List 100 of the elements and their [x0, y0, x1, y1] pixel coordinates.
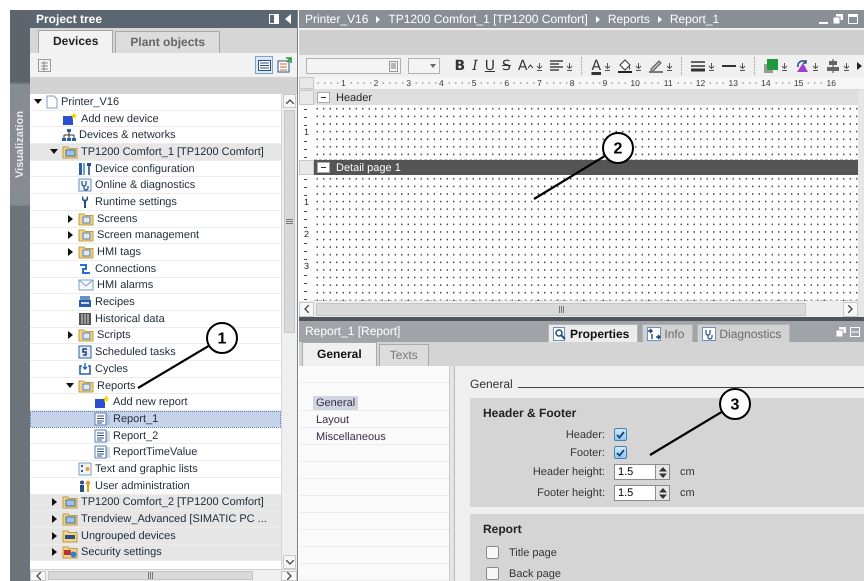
scroll-left-button[interactable] [299, 302, 314, 316]
scroll-left-button[interactable] [30, 570, 46, 580]
checkbox[interactable] [614, 428, 627, 441]
expanded-arrow-icon[interactable] [50, 149, 58, 154]
scroll-up-button[interactable] [283, 94, 296, 108]
tree-item[interactable]: Printer_V16 [30, 94, 281, 111]
collapsed-arrow-icon[interactable] [68, 231, 72, 240]
option-label: Back page [509, 568, 561, 580]
tree-item[interactable]: TP1200 Comfort_2 [TP1200 Comfort] [30, 494, 281, 512]
collapse-panel-icon[interactable] [285, 14, 291, 24]
tree-item[interactable]: Report_2 [30, 428, 281, 444]
maximize-icon[interactable] [848, 14, 858, 24]
table-arrow-icon[interactable] [277, 57, 293, 73]
stethoscope-icon [78, 178, 92, 192]
callout-marker: 1 [206, 322, 238, 354]
collapsed-arrow-icon[interactable] [52, 498, 56, 506]
tree-item[interactable]: Trendview_Advanced [SIMATIC PC ... [30, 511, 281, 528]
tree-item[interactable]: Report_1 [30, 411, 281, 428]
tree-item[interactable]: HMI tags [30, 244, 281, 261]
users-icon [78, 478, 92, 493]
tree-item[interactable]: Add new device [30, 110, 281, 128]
scroll-down-button[interactable] [283, 555, 296, 569]
inspector-tab[interactable]: Diagnostics [697, 324, 790, 342]
font-name-field[interactable] [306, 58, 401, 74]
tree-item[interactable]: TP1200 Comfort_1 [TP1200 Comfort] [30, 144, 281, 161]
section-bar[interactable]: Header [314, 90, 858, 105]
collapse-button[interactable] [317, 162, 330, 173]
scroll-thumb[interactable] [48, 571, 253, 580]
scroll-thumb[interactable] [284, 110, 295, 332]
section-title: Detail page 1 [336, 162, 401, 174]
group-title: Report [483, 522, 523, 538]
nav-item[interactable]: Layout [313, 412, 352, 426]
tree-item[interactable]: Reports [30, 378, 281, 394]
report-icon [94, 445, 110, 460]
tree-item[interactable]: Runtime settings [30, 194, 281, 211]
pen-icon [649, 59, 664, 73]
tree-item[interactable]: Ungrouped devices [30, 528, 281, 545]
panel-tab[interactable]: Devices [38, 30, 114, 53]
expanded-arrow-icon[interactable] [66, 383, 74, 388]
checkbox[interactable] [486, 567, 499, 580]
grid-table-icon[interactable] [38, 58, 51, 72]
panel-tab[interactable]: Plant objects [115, 31, 220, 53]
collapsed-arrow-icon[interactable] [68, 331, 72, 340]
report-canvas[interactable] [314, 105, 858, 160]
collapse-button[interactable] [317, 92, 330, 103]
checkbox[interactable] [486, 546, 499, 559]
number-field[interactable]: 1.5 [614, 464, 656, 480]
inspector-tab[interactable]: Info [642, 324, 694, 342]
font-size-dropdown[interactable] [408, 58, 440, 74]
unit-label: cm [680, 466, 695, 478]
tree-item[interactable]: Recipes [30, 294, 281, 311]
section-handle[interactable] [299, 90, 314, 105]
tree-item[interactable]: Connections [30, 260, 281, 278]
vertical-scrollbar[interactable] [281, 94, 297, 569]
restore-icon[interactable] [833, 14, 843, 24]
tree-item[interactable]: Security settings [30, 544, 281, 562]
tree-item[interactable]: Screen management [30, 228, 281, 244]
tree-item[interactable]: Text and graphic lists [30, 461, 281, 478]
nav-item[interactable]: General [313, 396, 358, 410]
list-icon [78, 462, 92, 476]
stack-icon [78, 295, 92, 310]
expanded-arrow-icon[interactable] [34, 99, 42, 104]
strikethrough-button[interactable]: S [500, 56, 513, 76]
tree-item[interactable]: Device configuration [30, 160, 281, 178]
horizontal-scrollbar[interactable] [299, 301, 858, 317]
scroll-right-button[interactable] [843, 302, 858, 316]
split-view-icon[interactable] [269, 14, 279, 24]
spin-button[interactable] [656, 485, 670, 501]
underline-button[interactable]: U [482, 56, 497, 76]
checkbox[interactable] [614, 446, 627, 459]
align-left-icon [550, 60, 564, 72]
font-size-button[interactable]: A [516, 56, 546, 76]
italic-button[interactable]: I [470, 56, 480, 76]
collapsed-arrow-icon[interactable] [68, 214, 72, 223]
nav-item[interactable]: Miscellaneous [313, 430, 389, 444]
inspector-tab[interactable]: Properties [548, 324, 638, 342]
tree-item[interactable]: Screens [30, 210, 281, 228]
report-canvas[interactable] [314, 175, 858, 301]
bold-button[interactable]: B [452, 56, 468, 76]
page-tab[interactable]: General [302, 342, 377, 366]
collapsed-arrow-icon[interactable] [68, 248, 72, 256]
scroll-thumb[interactable] [316, 302, 806, 316]
collapsed-arrow-icon[interactable] [52, 548, 56, 556]
align-objects-button[interactable] [824, 56, 852, 76]
overview-button[interactable] [255, 56, 273, 74]
ruler-number: 3 [304, 262, 309, 271]
horizontal-scrollbar[interactable] [30, 569, 297, 581]
cycle-icon [78, 362, 92, 376]
scroll-right-button[interactable] [281, 570, 297, 580]
spin-button[interactable] [656, 464, 670, 480]
collapsed-arrow-icon[interactable] [52, 515, 56, 524]
font-color-button[interactable]: A [589, 56, 614, 76]
tree-item[interactable]: HMI alarms [30, 278, 281, 294]
collapsed-arrow-icon[interactable] [52, 532, 56, 540]
section-handle[interactable] [299, 160, 314, 175]
number-field[interactable]: 1.5 [614, 485, 656, 501]
tree-item[interactable]: Cycles [30, 361, 281, 378]
tree-item[interactable]: Online & diagnostics [30, 177, 281, 194]
section-bar[interactable]: Detail page 1 [314, 160, 858, 175]
tree-item[interactable]: ReportTimeValue [30, 444, 281, 462]
